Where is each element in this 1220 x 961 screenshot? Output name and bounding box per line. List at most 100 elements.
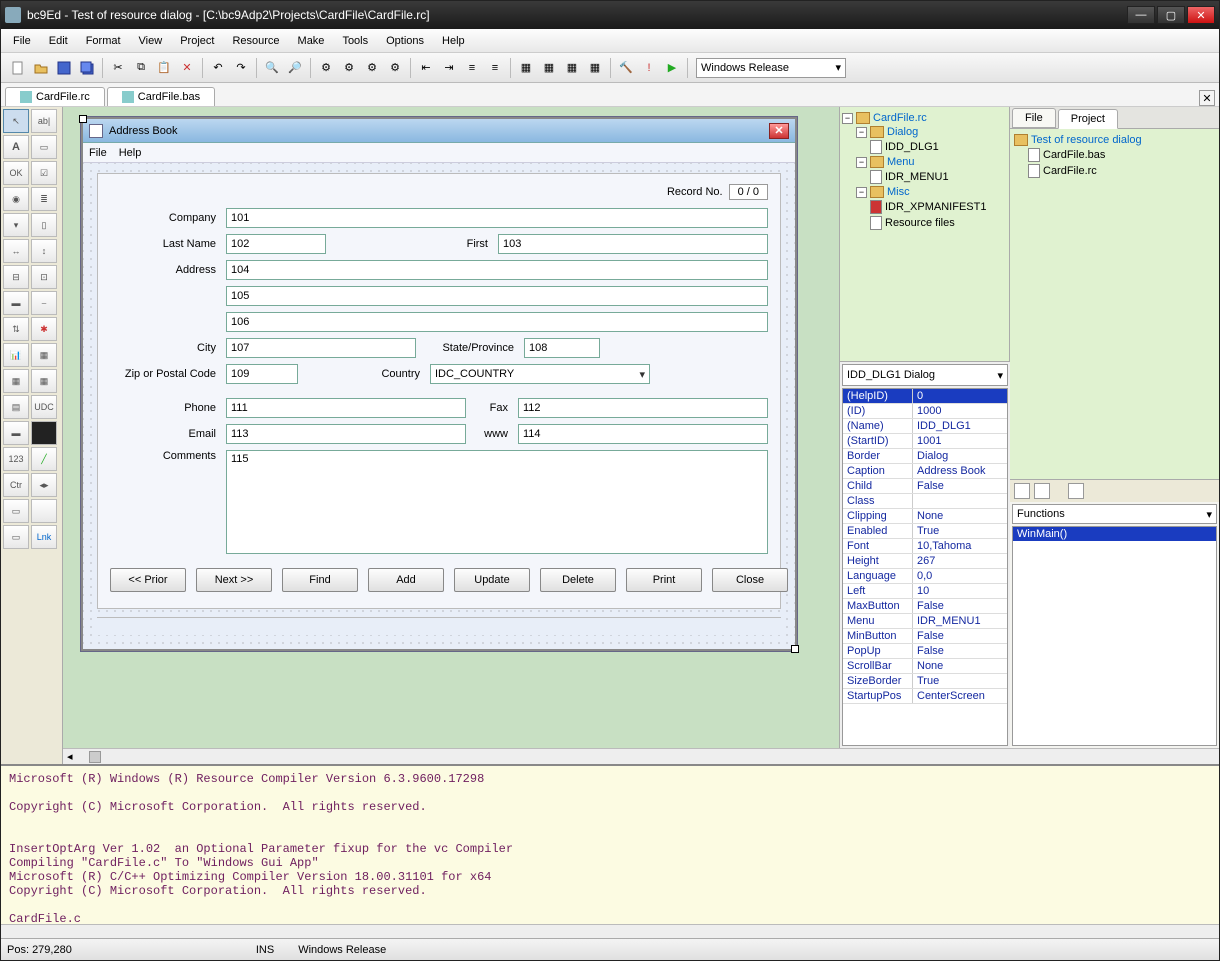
close-button[interactable]: ✕ (1187, 6, 1215, 24)
tree-misc-folder[interactable]: Misc (887, 186, 910, 198)
menu-project[interactable]: Project (172, 32, 222, 50)
tool-num[interactable]: 123 (3, 447, 29, 471)
build-config-select[interactable]: Windows Release▾ (696, 58, 846, 78)
replace-icon[interactable]: 🔎 (284, 57, 306, 79)
expand-icon[interactable]: − (856, 157, 867, 168)
menu-edit[interactable]: Edit (41, 32, 76, 50)
tool-status[interactable]: ▬ (3, 421, 29, 445)
tree-root[interactable]: CardFile.rc (873, 112, 927, 124)
tool-link[interactable]: Lnk (31, 525, 57, 549)
city-input[interactable]: 107 (226, 338, 416, 358)
view2-icon[interactable] (1034, 483, 1050, 499)
tool-grid[interactable]: ▦ (31, 343, 57, 367)
dialog-designer[interactable]: Address Book ✕ File Help Record No. 0 / … (63, 107, 839, 748)
dialog-preview[interactable]: Address Book ✕ File Help Record No. 0 / … (81, 117, 797, 651)
tree-menu-folder[interactable]: Menu (887, 156, 915, 168)
prop-row[interactable]: ClippingNone (843, 509, 1007, 524)
save-icon[interactable] (53, 57, 75, 79)
prop-row[interactable]: MaxButtonFalse (843, 599, 1007, 614)
delete-button[interactable]: Delete (540, 568, 616, 592)
tool-b-icon[interactable]: ⚙ (338, 57, 360, 79)
expand-icon[interactable]: − (842, 113, 853, 124)
lastname-input[interactable]: 102 (226, 234, 326, 254)
minimize-button[interactable]: — (1127, 6, 1155, 24)
align-icon[interactable]: ≡ (461, 57, 483, 79)
project-tab[interactable]: Project (1058, 109, 1118, 129)
email-input[interactable]: 113 (226, 424, 466, 444)
update-button[interactable]: Update (454, 568, 530, 592)
prop-row[interactable]: Left10 (843, 584, 1007, 599)
prop-row[interactable]: (HelpID)0 (843, 389, 1007, 404)
prop-row[interactable]: Language0,0 (843, 569, 1007, 584)
find-button[interactable]: Find (282, 568, 358, 592)
expand-icon[interactable]: − (856, 187, 867, 198)
menu-resource[interactable]: Resource (224, 32, 287, 50)
prop-row[interactable]: PopUpFalse (843, 644, 1007, 659)
view-icon[interactable] (1014, 483, 1030, 499)
new-file-icon[interactable] (7, 57, 29, 79)
tool-vscroll[interactable]: ↕ (31, 239, 57, 263)
maximize-button[interactable]: ▢ (1157, 6, 1185, 24)
prop-row[interactable]: StartupPosCenterScreen (843, 689, 1007, 704)
menu-format[interactable]: Format (78, 32, 129, 50)
prior-button[interactable]: << Prior (110, 568, 186, 592)
tool-animate[interactable]: ▭ (3, 525, 29, 549)
designer-hscroll[interactable]: ◂ (63, 748, 1219, 764)
prop-row[interactable]: (ID)1000 (843, 404, 1007, 419)
tool-combo[interactable]: ▾ (3, 213, 29, 237)
tree-idr-menu1[interactable]: IDR_MENU1 (885, 171, 949, 183)
tool-line[interactable]: ╱ (31, 447, 57, 471)
func-winmain[interactable]: WinMain() (1013, 527, 1216, 541)
output-panel[interactable]: Microsoft (R) Windows (R) Resource Compi… (1, 764, 1219, 924)
tool-rebar[interactable]: ▤ (3, 395, 29, 419)
functions-list[interactable]: WinMain() (1012, 526, 1217, 746)
company-input[interactable]: 101 (226, 208, 768, 228)
prop-row[interactable]: ScrollBarNone (843, 659, 1007, 674)
state-input[interactable]: 108 (524, 338, 600, 358)
prop-row[interactable]: CaptionAddress Book (843, 464, 1007, 479)
www-input[interactable]: 114 (518, 424, 768, 444)
tree-resourcefiles[interactable]: Resource files (885, 217, 955, 229)
run-icon[interactable]: ▶ (661, 57, 683, 79)
redo-icon[interactable]: ↷ (230, 57, 252, 79)
menu-view[interactable]: View (131, 32, 171, 50)
tool-ctrl[interactable]: Ctr (3, 473, 29, 497)
prop-row[interactable]: SizeBorderTrue (843, 674, 1007, 689)
prop-row[interactable]: Height267 (843, 554, 1007, 569)
copy-icon[interactable]: ⧉ (130, 57, 152, 79)
output-hscroll[interactable] (1, 924, 1219, 938)
props-object-select[interactable]: IDD_DLG1 Dialog▾ (842, 364, 1008, 386)
project-file-bas[interactable]: CardFile.bas (1043, 149, 1105, 161)
expand-icon[interactable]: − (856, 127, 867, 138)
panel4-icon[interactable]: ▦ (584, 57, 606, 79)
panel1-icon[interactable]: ▦ (515, 57, 537, 79)
align2-icon[interactable]: ≡ (484, 57, 506, 79)
tool-checkbox[interactable]: ☑ (31, 161, 57, 185)
tool-date[interactable]: ▦ (31, 369, 57, 393)
tool-blank[interactable] (31, 499, 57, 523)
tool-edit[interactable]: ab| (31, 109, 57, 133)
delete-icon[interactable]: ✕ (176, 57, 198, 79)
project-root[interactable]: Test of resource dialog (1031, 134, 1142, 146)
comments-textarea[interactable]: 115 (226, 450, 768, 554)
tool-d-icon[interactable]: ⚙ (384, 57, 406, 79)
cut-icon[interactable]: ✂ (107, 57, 129, 79)
prop-row[interactable]: Font10,Tahoma (843, 539, 1007, 554)
tool-list[interactable]: ≣ (31, 187, 57, 211)
tool-c-icon[interactable]: ⚙ (361, 57, 383, 79)
stop-icon[interactable]: ! (638, 57, 660, 79)
prop-row[interactable]: MenuIDR_MENU1 (843, 614, 1007, 629)
print-button[interactable]: Print (626, 568, 702, 592)
prop-row[interactable]: EnabledTrue (843, 524, 1007, 539)
panel3-icon[interactable]: ▦ (561, 57, 583, 79)
indent-icon[interactable]: ⇥ (438, 57, 460, 79)
tool-udc[interactable]: UDC (31, 395, 57, 419)
prop-row[interactable]: (StartID)1001 (843, 434, 1007, 449)
build-icon[interactable]: 🔨 (615, 57, 637, 79)
tool-tab[interactable]: ⊡ (31, 265, 57, 289)
sort-icon[interactable] (1068, 483, 1084, 499)
file-tab[interactable]: File (1012, 108, 1056, 128)
dialog-menu-help[interactable]: Help (119, 147, 142, 159)
save-all-icon[interactable] (76, 57, 98, 79)
project-file-rc[interactable]: CardFile.rc (1043, 165, 1097, 177)
